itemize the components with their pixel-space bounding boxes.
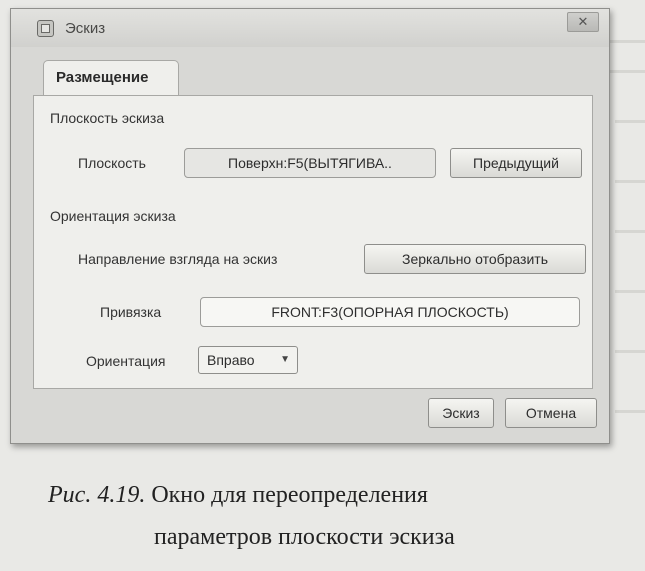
figure-caption-line1: Рис. 4.19. Окно для переопределения	[0, 482, 645, 509]
previous-button[interactable]: Предыдущий	[450, 148, 582, 178]
sketch-orientation-section-label: Ориентация эскиза	[50, 208, 176, 224]
figure-caption-line2: параметров плоскости эскиза	[154, 524, 455, 550]
reference-field[interactable]: FRONT:F3(ОПОРНАЯ ПЛОСКОСТЬ)	[200, 297, 580, 327]
sketch-ok-button[interactable]: Эскиз	[428, 398, 494, 428]
orientation-label: Ориентация	[86, 353, 166, 369]
title-bar: Эскиз ✕	[11, 9, 609, 47]
cancel-button[interactable]: Отмена	[505, 398, 597, 428]
chevron-down-icon: ▼	[280, 354, 290, 365]
close-button[interactable]: ✕	[567, 12, 599, 32]
placement-panel: Плоскость эскиза Плоскость Поверхн:F5(ВЫ…	[33, 95, 593, 389]
tab-placement[interactable]: Размещение	[43, 60, 179, 96]
sketch-plane-section-label: Плоскость эскиза	[50, 110, 165, 126]
sketch-dialog: Эскиз ✕ Размещение Плоскость эскиза Плос…	[10, 8, 610, 444]
orientation-select[interactable]: Вправо ▼	[198, 346, 298, 374]
figure-caption-text1: Окно для переопределения	[151, 482, 428, 508]
reference-label: Привязка	[100, 304, 162, 320]
close-icon: ✕	[577, 14, 589, 29]
plane-label: Плоскость	[78, 155, 146, 171]
window-title: Эскиз	[65, 20, 106, 37]
figure-label: Рис. 4.19.	[48, 482, 146, 508]
flip-button[interactable]: Зеркально отобразить	[364, 244, 586, 274]
plane-reference-field[interactable]: Поверхн:F5(ВЫТЯГИВА..	[184, 148, 436, 178]
orientation-value: Вправо	[207, 352, 255, 368]
view-direction-label: Направление взгляда на эскиз	[78, 251, 278, 267]
app-icon	[37, 20, 54, 37]
